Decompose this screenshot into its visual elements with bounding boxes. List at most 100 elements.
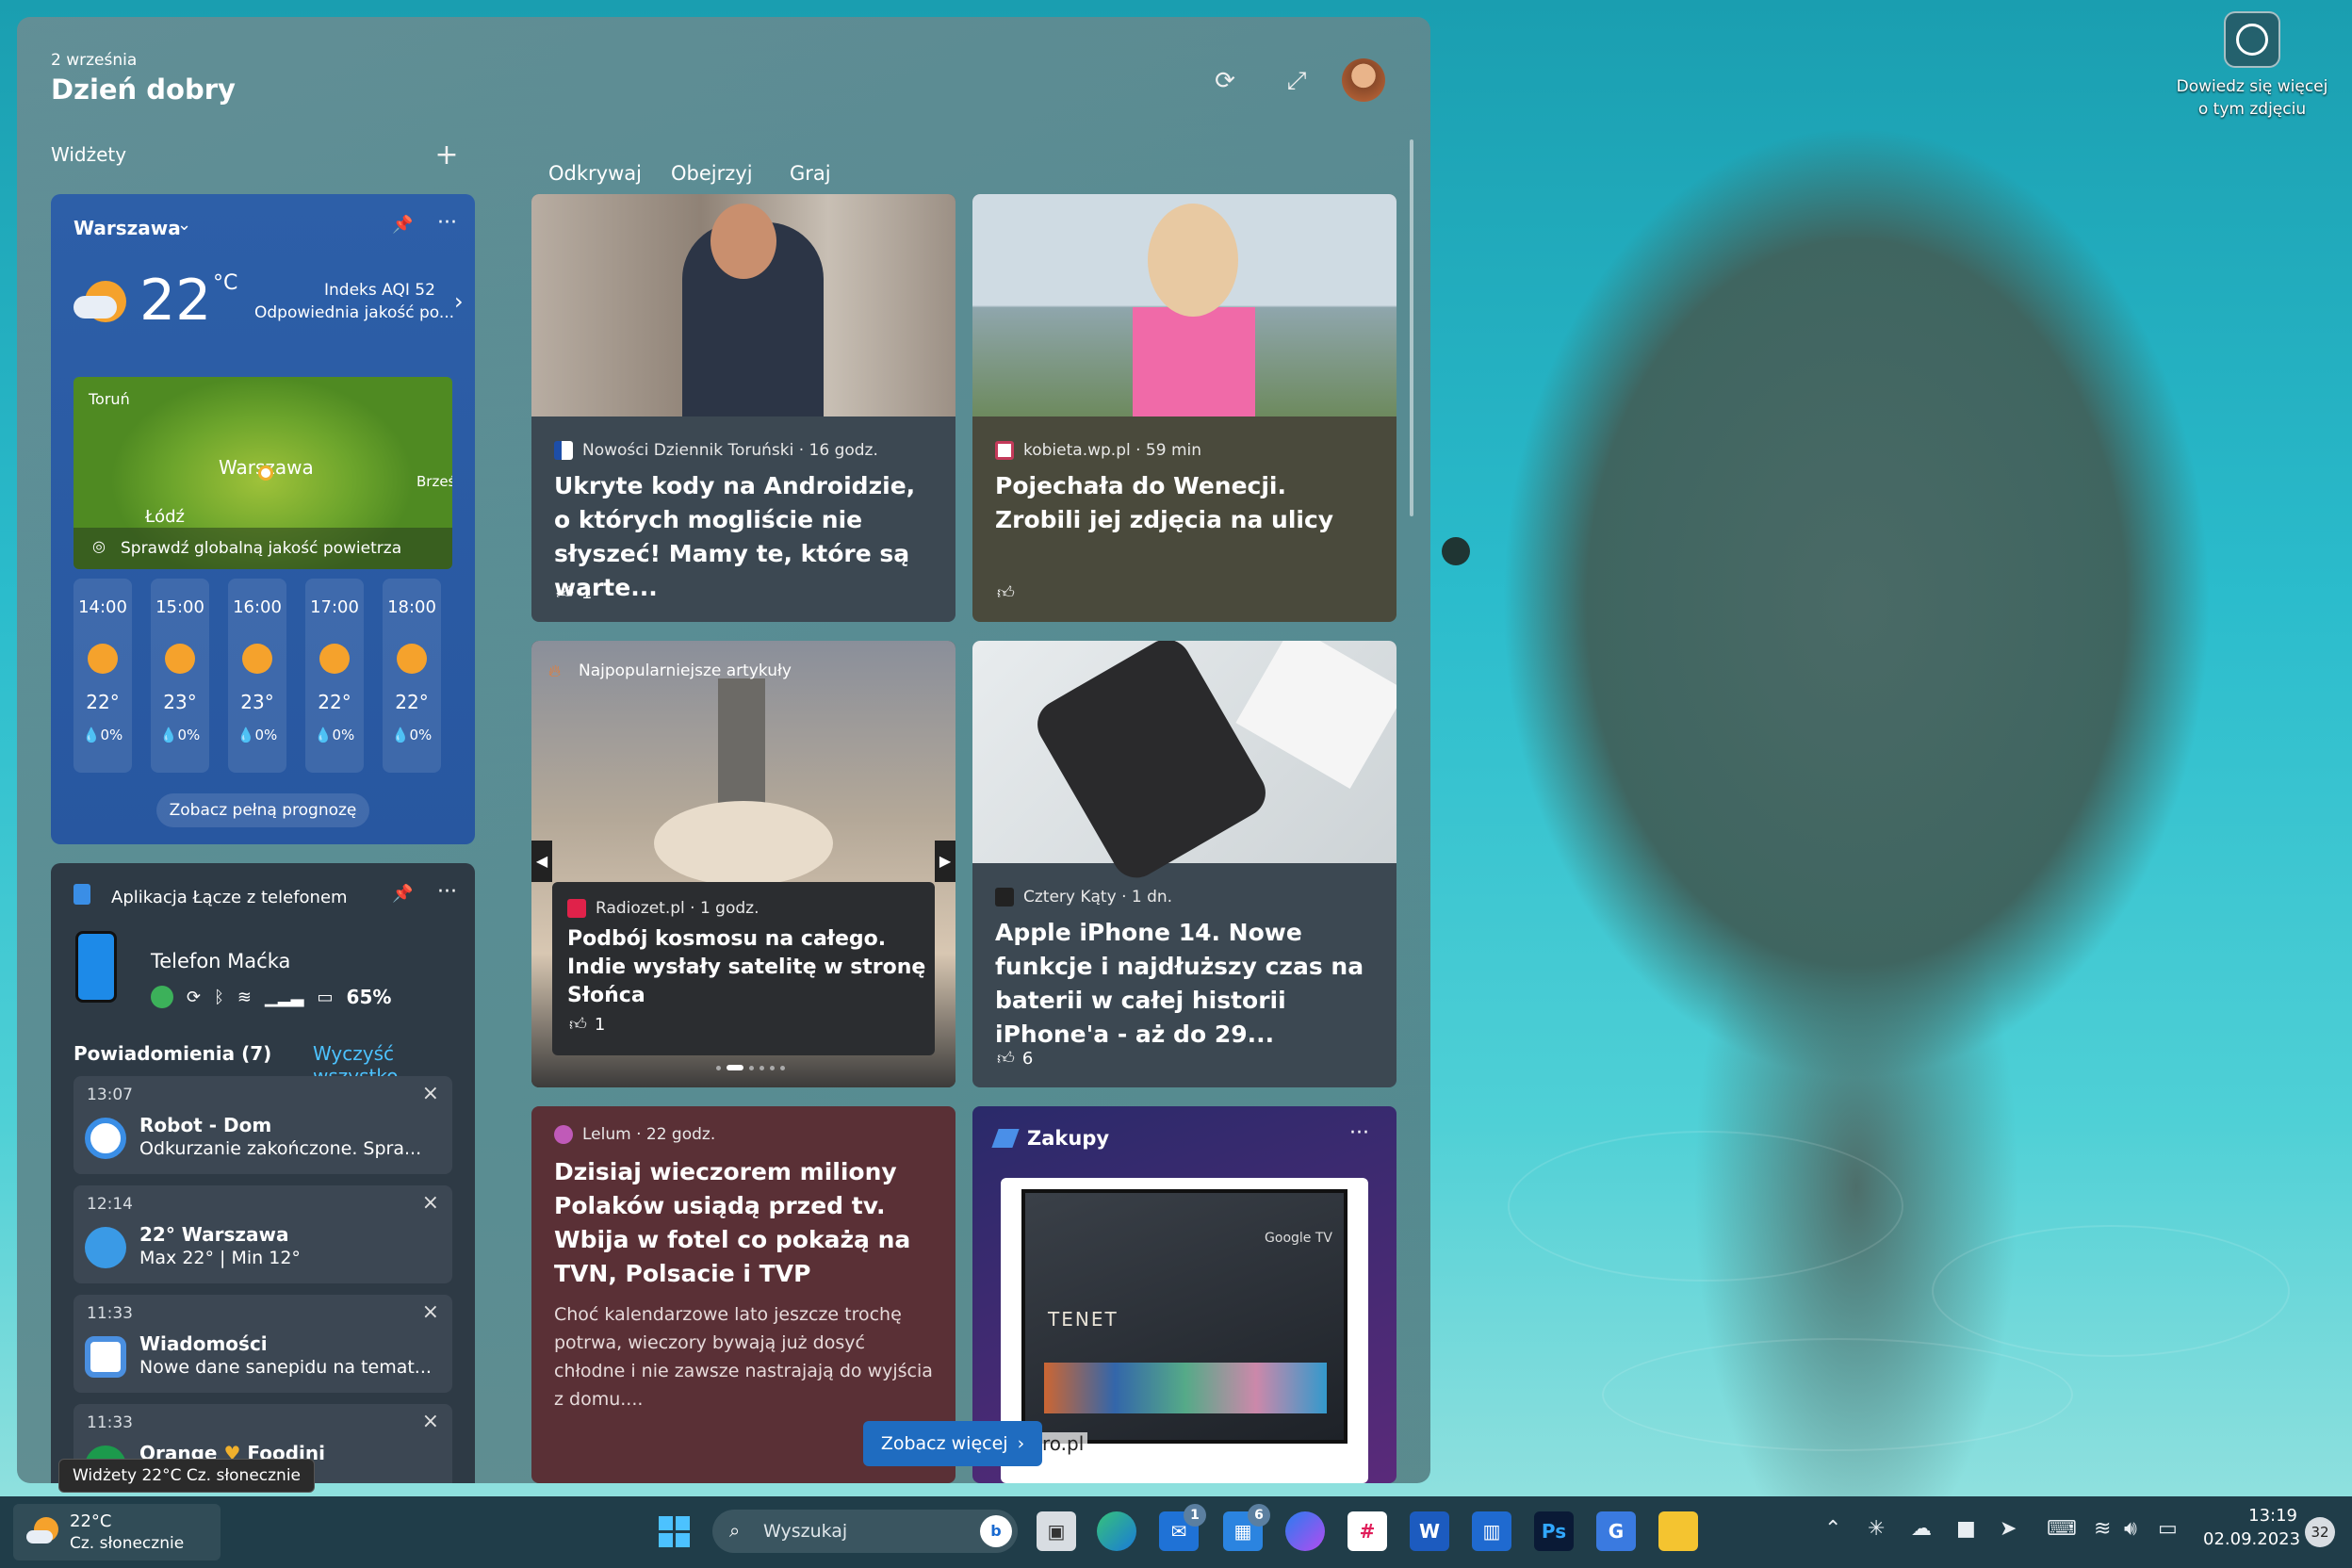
pin-icon[interactable]: 📌 (392, 884, 413, 904)
task-view-icon[interactable]: ▣ (1037, 1511, 1076, 1551)
temp-unit: °C (213, 271, 238, 295)
shop-label: ro.pl (1038, 1432, 1088, 1455)
battery-icon[interactable]: ▭ (2158, 1517, 2178, 1541)
article-image (531, 194, 956, 416)
tab-discover[interactable]: Odkrywaj (548, 162, 642, 185)
article-title[interactable]: Dzisiaj wieczorem miliony Polaków usiądą… (554, 1155, 931, 1291)
wifi-icon[interactable]: ≋ (2094, 1517, 2111, 1541)
carousel-slide[interactable]: Radiozet.pl · 1 godz. Podbój kosmosu na … (552, 882, 935, 1055)
camera-icon (2224, 11, 2280, 68)
carousel-prev-button[interactable]: ◀ (531, 841, 552, 882)
phone-link-app-name: Aplikacja Łącze z telefonem (111, 888, 348, 907)
like-button[interactable]: 👍︎ 6 (997, 1048, 1033, 1070)
messenger-icon[interactable] (1285, 1511, 1325, 1551)
like-button[interactable]: 👍︎ 1 (569, 1014, 605, 1036)
forecast-time: 14:00 (78, 597, 127, 617)
notification-count-badge[interactable]: 32 (2305, 1517, 2335, 1547)
close-icon[interactable]: × (422, 1191, 439, 1215)
refresh-icon[interactable]: ⟳ (1206, 62, 1244, 100)
trello-icon[interactable]: ▥ (1472, 1511, 1511, 1551)
phone-link-widget[interactable]: Aplikacja Łącze z telefonem 📌 ··· Telefo… (51, 863, 475, 1483)
word-icon[interactable]: W (1410, 1511, 1449, 1551)
scrollbar[interactable] (1410, 139, 1413, 516)
close-icon[interactable]: × (422, 1410, 439, 1433)
close-icon[interactable]: × (422, 1082, 439, 1105)
news-card[interactable]: Nowości Dziennik Toruński · 16 godz. Ukr… (531, 194, 956, 622)
sun-cloud-icon (165, 644, 195, 674)
learn-more-button[interactable]: Dowiedz się więcej o tym zdjęciu (2167, 11, 2337, 134)
source-logo-icon (995, 888, 1014, 906)
taskbar-weather-widget[interactable]: 22°C Cz. słonecznie (13, 1504, 220, 1560)
article-title[interactable]: Podbój kosmosu na całego. Indie wysłały … (567, 925, 935, 1010)
translator-icon[interactable]: G (1596, 1511, 1636, 1551)
carousel-next-button[interactable]: ▶ (935, 841, 956, 882)
forecast-temp: 23° (240, 691, 274, 713)
notification-item[interactable]: 13:07 × Robot - Dom Odkurzanie zakończon… (74, 1076, 452, 1174)
send-icon[interactable]: ➤ (2000, 1517, 2017, 1541)
more-icon[interactable]: ··· (1349, 1121, 1369, 1145)
notification-body: Max 22° | Min 12° (139, 1248, 301, 1268)
edge-icon[interactable] (1097, 1511, 1136, 1551)
article-title[interactable]: Ukryte kody na Androidzie, o których mog… (554, 469, 931, 605)
tab-play[interactable]: Graj (790, 162, 831, 185)
full-forecast-button[interactable]: Zobacz pełną prognozę (156, 793, 369, 827)
more-icon[interactable]: ··· (437, 880, 457, 904)
search-box[interactable]: ⌕ Wyszukaj b (712, 1510, 1018, 1553)
clock[interactable]: 13:19 02.09.2023 (2203, 1506, 2300, 1549)
pin-icon[interactable]: 📌 (392, 215, 413, 235)
expand-icon[interactable]: ⤢ (1278, 62, 1315, 100)
avatar[interactable] (1342, 58, 1385, 102)
like-button[interactable]: 👍︎ (997, 582, 1015, 603)
news-card[interactable]: kobieta.wp.pl · 59 min Pojechała do Wene… (972, 194, 1396, 622)
chevron-up-icon[interactable]: ⌃ (1824, 1517, 1841, 1541)
keyboard-icon[interactable]: ⌨ (2047, 1517, 2077, 1541)
slack-tray-icon[interactable]: ✳ (1868, 1517, 1885, 1541)
teams-icon[interactable]: ▦ 6 (1223, 1504, 1270, 1551)
mail-badge: 1 (1184, 1504, 1206, 1527)
article-title[interactable]: Pojechała do Wenecji. Zrobili jej zdjęci… (995, 469, 1372, 537)
weather-widget[interactable]: Warszawa ⌄ 📌 ··· 22 °C Indeks AQI 52 Odp… (51, 194, 475, 844)
map-footer[interactable]: ◎ Sprawdź globalną jakość powietrza (74, 528, 452, 569)
weather-city[interactable]: Warszawa (74, 217, 181, 239)
notification-item[interactable]: 11:33 × Wiadomości Nowe dane sanepidu na… (74, 1295, 452, 1393)
tv-brand-label: Google TV (1265, 1231, 1332, 1246)
map-location-marker (258, 466, 273, 481)
forecast-hour[interactable]: 18:00 22° 💧0% (383, 579, 441, 773)
news-app-icon (85, 1336, 126, 1378)
carousel-dots[interactable] (716, 1065, 785, 1070)
add-widget-icon[interactable]: + (428, 136, 466, 173)
chevron-right-icon[interactable]: › (454, 288, 464, 315)
like-button[interactable]: 👍︎ 1 (556, 582, 592, 604)
mail-icon[interactable]: ✉ 1 (1159, 1504, 1206, 1551)
start-button[interactable] (654, 1511, 694, 1551)
close-icon[interactable]: × (422, 1300, 439, 1324)
aqi-index[interactable]: Indeks AQI 52 (324, 281, 435, 300)
bluetooth-icon[interactable]: ᛒ (214, 988, 224, 1007)
forecast-hour[interactable]: 16:00 23° 💧0% (228, 579, 286, 773)
forecast-hour[interactable]: 17:00 22° 💧0% (305, 579, 364, 773)
slack-icon[interactable]: # (1348, 1511, 1387, 1551)
news-carousel[interactable]: 🔥︎ Najpopularniejsze artykuły ◀ ▶ Radioz… (531, 641, 956, 1087)
source-logo-icon (567, 899, 586, 918)
chevron-down-icon[interactable]: ⌄ (177, 215, 191, 235)
photoshop-icon[interactable]: Ps (1534, 1511, 1574, 1551)
volume-icon[interactable]: 🔊︎ (2124, 1517, 2137, 1541)
air-quality-map[interactable]: Toruń Warszawa Brześ Łódź ◎ Sprawdź glob… (74, 377, 452, 569)
notification-time: 13:07 (87, 1086, 133, 1104)
file-explorer-icon[interactable] (1658, 1511, 1698, 1551)
see-more-button[interactable]: Zobacz więcej › (863, 1421, 1042, 1466)
tab-watch[interactable]: Obejrzyj (671, 162, 753, 185)
onedrive-icon[interactable]: ☁ (1911, 1517, 1932, 1541)
notification-item[interactable]: 12:14 × 22° Warszawa Max 22° | Min 12° (74, 1185, 452, 1283)
news-card[interactable]: Cztery Kąty · 1 dn. Apple iPhone 14. Now… (972, 641, 1396, 1087)
taskbar-weather-temp: 22°C (70, 1511, 112, 1531)
aqi-description[interactable]: Odpowiednia jakość po... (254, 303, 454, 322)
forecast-hour[interactable]: 15:00 23° 💧0% (151, 579, 209, 773)
forecast-hour[interactable]: 14:00 22° 💧0% (74, 579, 132, 773)
defender-icon[interactable]: ■ (1956, 1517, 1976, 1541)
article-title[interactable]: Apple iPhone 14. Nowe funkcje i najdłużs… (995, 916, 1372, 1052)
sync-icon[interactable]: ⟳ (187, 988, 201, 1007)
more-icon[interactable]: ··· (437, 211, 457, 235)
sun-icon (397, 644, 427, 674)
product-image[interactable]: Google TV TENET ro.pl (1001, 1178, 1368, 1483)
